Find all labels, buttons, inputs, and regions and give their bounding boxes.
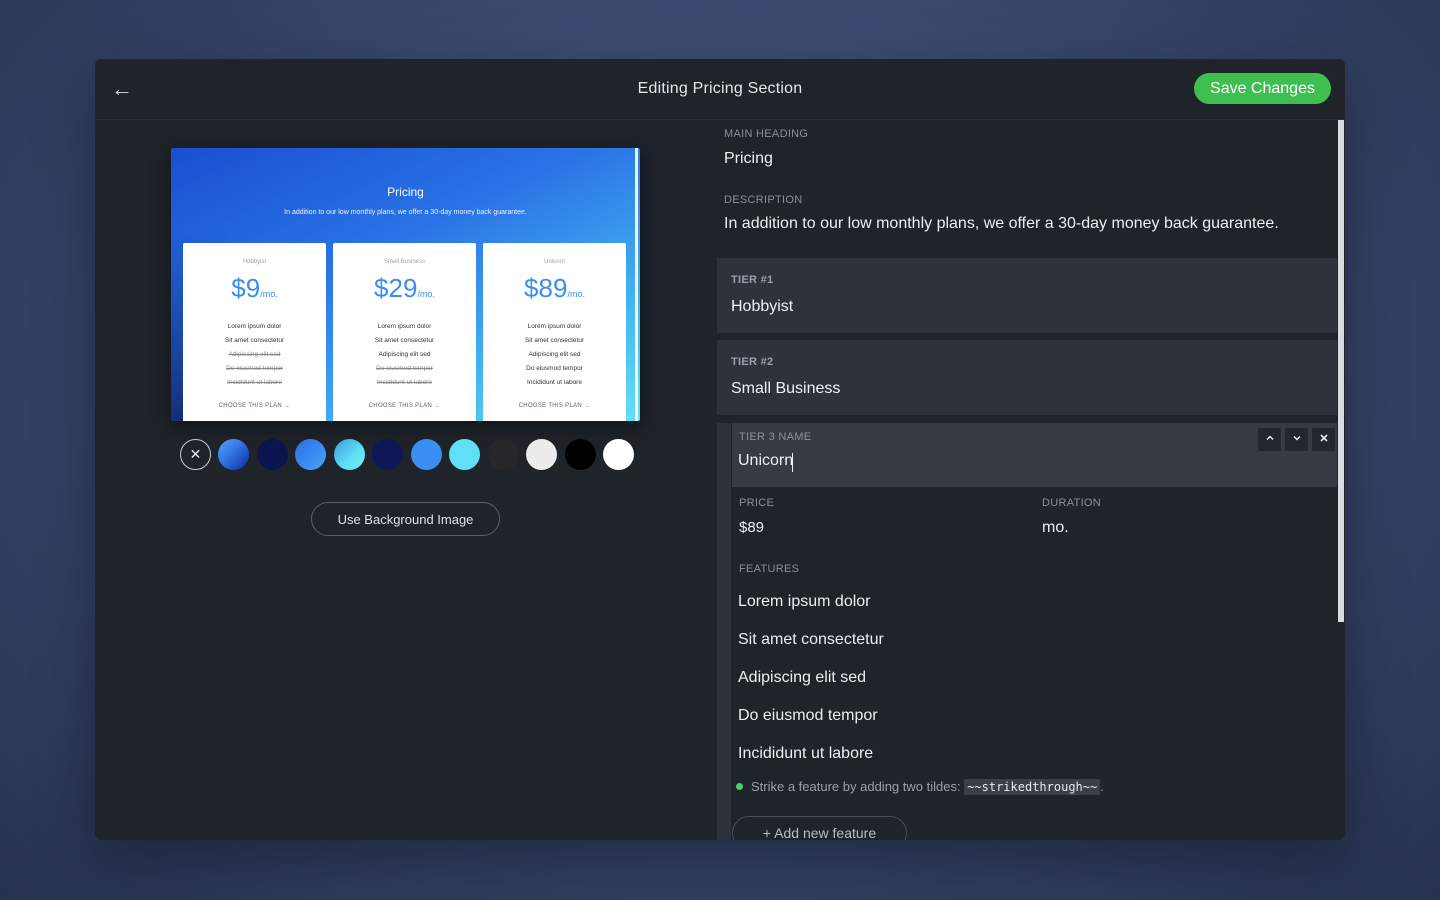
color-swatch[interactable] [410, 439, 442, 470]
description-label: DESCRIPTION [724, 194, 803, 206]
color-swatch[interactable] [487, 439, 519, 470]
choose-plan-link[interactable]: CHOOSE THIS PLAN → [333, 403, 476, 409]
preview-feature: Sit amet consectetur [524, 337, 585, 344]
preview-price-amount: $9 [231, 273, 261, 303]
feature-input[interactable] [738, 666, 1218, 690]
preview-card: Unicorn $89/mo. Lorem ipsum dolor Sit amet … [483, 243, 626, 421]
preview-card-price: $9/mo. [183, 275, 326, 307]
chevron-up-icon[interactable] [1258, 428, 1281, 451]
preview-feature: Adipiscing elit sed [528, 351, 581, 358]
preview-feature: Lorem ipsum dolor [227, 323, 282, 330]
preview-feature: Incididunt ut labore [377, 379, 432, 386]
features-label: FEATURES [739, 563, 800, 575]
tier-2-label: TIER #2 [731, 356, 774, 368]
preview-feature: Sit amet consectetur [224, 337, 285, 344]
main-heading-label: MAIN HEADING [724, 128, 809, 140]
choose-plan-link[interactable]: CHOOSE THIS PLAN → [183, 403, 326, 409]
add-new-feature-button[interactable]: + Add new feature [732, 816, 907, 840]
preview-scrollbar [635, 148, 638, 421]
preview-price-period: /mo. [260, 289, 278, 299]
preview-feature: Incididunt ut labore [227, 379, 282, 386]
preview-card-tier: Small Business [383, 259, 425, 265]
tier-3-editor: TIER 3 NAME PRICE $89 DURATION mo. FEATU… [717, 423, 1337, 840]
preview-card: Hobbyist $9/mo. Lorem ipsum dolor Sit amet … [183, 243, 326, 421]
preview-price-period: /mo. [567, 289, 585, 299]
main-heading-field[interactable]: Pricing [724, 150, 773, 168]
feature-input[interactable] [738, 628, 1218, 652]
preview-card-price: $29/mo. [333, 275, 476, 307]
preview-feature: Lorem ipsum dolor [377, 323, 432, 330]
preview-feature: Do eiusmod tempor [376, 365, 433, 372]
color-swatch[interactable] [603, 439, 634, 470]
preview-feature: Incididunt ut labore [527, 379, 582, 386]
duration-label: DURATION [1042, 497, 1102, 509]
duration-field[interactable]: mo. [1042, 519, 1069, 537]
tier-2-name: Small Business [731, 380, 841, 397]
preview-card: Small Business $29/mo. Lorem ipsum dolor Si… [333, 243, 476, 421]
form-scrollbar[interactable] [1338, 120, 1344, 622]
feature-input[interactable] [738, 704, 1218, 728]
hint-end: . [1100, 779, 1104, 794]
preview-feature: Do eiusmod tempor [226, 365, 283, 372]
hint-text: Strike a feature by adding two tildes: [751, 779, 961, 794]
feature-input[interactable] [738, 590, 1218, 614]
description-field[interactable]: In addition to our low monthly plans, we… [724, 215, 1279, 233]
clear-color-icon[interactable]: ✕ [180, 439, 211, 470]
tier-3-name-label: TIER 3 NAME [739, 431, 812, 443]
color-swatch[interactable] [256, 439, 288, 470]
tier-3-name-input[interactable] [738, 449, 1238, 473]
chevron-down-icon[interactable] [1285, 428, 1308, 451]
preview-card-tier: Hobbyist [242, 259, 267, 265]
preview-title: Pricing [387, 185, 424, 199]
preview-price-amount: $89 [524, 273, 568, 303]
color-swatch[interactable] [333, 439, 365, 470]
close-icon[interactable] [1312, 428, 1335, 451]
preview-feature: Adipiscing elit sed [378, 351, 431, 358]
top-bar: ← Editing Pricing Section Save Changes [95, 59, 1345, 120]
hint-dot-icon [736, 783, 743, 790]
preview-price-amount: $29 [374, 273, 418, 303]
strike-hint: Strike a feature by adding two tildes: ~… [736, 778, 1104, 796]
preview-feature: Adipiscing elit sed [228, 351, 281, 358]
text-caret [792, 453, 793, 472]
preview-description: In addition to our low monthly plans, we… [284, 209, 527, 216]
back-arrow-icon[interactable]: ← [111, 77, 135, 101]
tier-3-side-bar [717, 423, 731, 840]
color-swatch[interactable] [295, 439, 326, 470]
color-swatch[interactable] [564, 439, 596, 470]
preview-feature: Do eiusmod tempor [526, 365, 583, 372]
tier-1-panel[interactable]: TIER #1 Hobbyist [717, 258, 1337, 333]
color-swatch[interactable] [449, 439, 480, 470]
editor-window: ← Editing Pricing Section Save Changes P… [95, 59, 1345, 840]
color-swatch[interactable] [218, 439, 249, 470]
price-label: PRICE [739, 497, 775, 509]
choose-plan-link[interactable]: CHOOSE THIS PLAN → [483, 403, 626, 409]
color-swatch[interactable] [526, 439, 557, 470]
tier-1-name: Hobbyist [731, 298, 794, 315]
preview-card-tier: Unicorn [544, 259, 565, 265]
save-changes-button[interactable]: Save Changes [1194, 73, 1331, 104]
preview-card-price: $89/mo. [483, 275, 626, 307]
preview-price-period: /mo. [417, 289, 435, 299]
tier-1-label: TIER #1 [731, 274, 774, 286]
tier-3-name-field: TIER 3 NAME [732, 423, 1337, 487]
use-background-image-button[interactable]: Use Background Image [311, 502, 500, 536]
color-swatches: ✕ [180, 439, 640, 471]
feature-input[interactable] [738, 742, 1218, 766]
preview-feature: Lorem ipsum dolor [527, 323, 582, 330]
pricing-preview: Pricing In addition to our low monthly p… [171, 148, 640, 421]
hint-code: ~~strikedthrough~~ [964, 779, 1101, 795]
tier-2-panel[interactable]: TIER #2 Small Business [717, 340, 1337, 415]
color-swatch[interactable] [372, 439, 403, 470]
preview-feature: Sit amet consectetur [374, 337, 435, 344]
page-title: Editing Pricing Section [637, 80, 803, 97]
price-field[interactable]: $89 [739, 519, 764, 536]
